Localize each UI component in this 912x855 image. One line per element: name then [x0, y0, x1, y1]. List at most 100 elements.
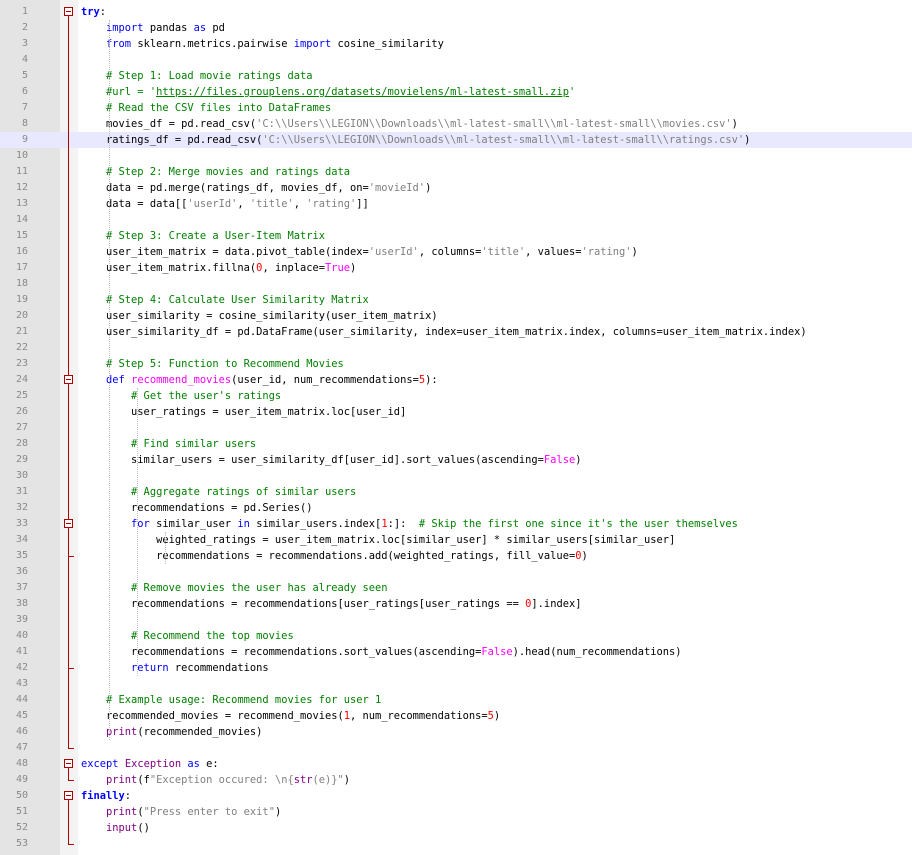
code-line[interactable]: 22 — [0, 340, 912, 356]
code-line[interactable]: 24 def recommend_movies(user_id, num_rec… — [0, 372, 912, 388]
code-text[interactable]: recommended_movies = recommend_movies(1,… — [81, 708, 500, 724]
fold-toggle-icon[interactable] — [64, 519, 73, 528]
code-text[interactable]: user_ratings = user_item_matrix.loc[user… — [81, 404, 406, 420]
code-token: #url = ' — [106, 86, 157, 98]
code-line[interactable]: 13 data = data[['userId', 'title', 'rati… — [0, 196, 912, 212]
code-text[interactable]: # Remove movies the user has already see… — [81, 580, 387, 596]
code-token: "Press enter to exit" — [143, 806, 275, 818]
code-text[interactable]: # Read the CSV files into DataFrames — [81, 100, 331, 116]
code-text[interactable]: # Find similar users — [81, 436, 256, 452]
code-line[interactable]: 1 try: — [0, 4, 912, 20]
code-line[interactable]: 45 recommended_movies = recommend_movies… — [0, 708, 912, 724]
code-text[interactable]: #url = 'https://files.grouplens.org/data… — [81, 84, 575, 100]
code-token: ) — [493, 710, 501, 722]
code-text[interactable]: input() — [81, 820, 150, 836]
code-text[interactable]: recommendations = recommendations.sort_v… — [81, 644, 682, 660]
code-token: Exception — [124, 758, 182, 770]
code-line[interactable]: 10 — [0, 148, 912, 164]
code-text[interactable]: import pandas as pd — [81, 20, 225, 36]
code-text[interactable]: print(f"Exception occured: \n{str(e)}") — [81, 772, 350, 788]
code-line[interactable]: 52 input() — [0, 820, 912, 836]
code-line[interactable]: 2 import pandas as pd — [0, 20, 912, 36]
code-text[interactable]: recommendations = recommendations[user_r… — [81, 596, 581, 612]
code-line[interactable]: 4 — [0, 52, 912, 68]
code-text[interactable]: user_similarity_df = pd.DataFrame(user_s… — [81, 324, 807, 340]
code-line[interactable]: 14 — [0, 212, 912, 228]
code-line[interactable]: 43 — [0, 676, 912, 692]
code-token: str — [293, 774, 313, 786]
code-line[interactable]: 44 # Example usage: Recommend movies for… — [0, 692, 912, 708]
code-text[interactable]: data = pd.merge(ratings_df, movies_df, o… — [81, 180, 431, 196]
code-token: user_ratings = user_item_matrix.loc[user… — [81, 406, 407, 418]
fold-toggle-icon[interactable] — [64, 7, 73, 16]
code-text[interactable]: similar_users = user_similarity_df[user_… — [81, 452, 581, 468]
code-text[interactable]: # Step 1: Load movie ratings data — [81, 68, 312, 84]
code-line[interactable]: 21 user_similarity_df = pd.DataFrame(use… — [0, 324, 912, 340]
code-text[interactable]: # Step 5: Function to Recommend Movies — [81, 356, 344, 372]
code-line[interactable]: 11 # Step 2: Merge movies and ratings da… — [0, 164, 912, 180]
code-token: ) — [744, 134, 751, 146]
line-number: 3 — [21, 38, 28, 49]
line-number: 42 — [15, 662, 28, 673]
code-text[interactable]: # Get the user's ratings — [81, 388, 281, 404]
code-text[interactable]: def recommend_movies(user_id, num_recomm… — [81, 372, 438, 388]
code-text[interactable]: user_item_matrix.fillna(0, inplace=True) — [81, 260, 356, 276]
line-number: 18 — [15, 278, 28, 289]
code-text[interactable]: from sklearn.metrics.pairwise import cos… — [81, 36, 444, 52]
code-editor[interactable]: 1 try: 2 import pandas as pd 3 from sklearn… — [0, 0, 912, 855]
code-line[interactable]: 20 user_similarity = cosine_similarity(u… — [0, 308, 912, 324]
code-text[interactable]: data = data[['userId', 'title', 'rating'… — [81, 196, 369, 212]
code-line[interactable]: 49 print(f"Exception occured: \n{str(e)}… — [0, 772, 912, 788]
code-text[interactable]: finally: — [81, 788, 131, 804]
code-text[interactable]: movies_df = pd.read_csv('C:\\Users\\LEGI… — [81, 116, 738, 132]
code-line[interactable]: 18 — [0, 276, 912, 292]
code-token: recommendations = recommendations.add(we… — [81, 550, 576, 562]
code-line[interactable]: 9 ratings_df = pd.read_csv('C:\\Users\\L… — [0, 132, 912, 148]
code-line[interactable]: 50 finally: — [0, 788, 912, 804]
code-text[interactable]: # Step 4: Calculate User Similarity Matr… — [81, 292, 369, 308]
code-token: https://files.grouplens.org/datasets/mov… — [156, 86, 569, 98]
code-text[interactable]: # Step 3: Create a User-Item Matrix — [81, 228, 325, 244]
code-text[interactable]: recommendations = recommendations.add(we… — [81, 548, 588, 564]
fold-toggle-icon[interactable] — [64, 375, 73, 384]
code-line[interactable]: 3 from sklearn.metrics.pairwise import c… — [0, 36, 912, 52]
code-line[interactable]: 19 # Step 4: Calculate User Similarity M… — [0, 292, 912, 308]
fold-range-line — [68, 800, 69, 844]
code-line[interactable]: 46 print(recommended_movies) — [0, 724, 912, 740]
code-line[interactable]: 51 print("Press enter to exit") — [0, 804, 912, 820]
code-line[interactable]: 5 # Step 1: Load movie ratings data — [0, 68, 912, 84]
code-line[interactable]: 48 except Exception as e: — [0, 756, 912, 772]
code-line[interactable]: 16 user_item_matrix = data.pivot_table(i… — [0, 244, 912, 260]
code-token: , values= — [525, 246, 582, 258]
indent-guide — [165, 532, 166, 564]
code-text[interactable]: print("Press enter to exit") — [81, 804, 281, 820]
code-line[interactable]: 6 #url = 'https://files.grouplens.org/da… — [0, 84, 912, 100]
code-text[interactable]: except Exception as e: — [81, 756, 219, 772]
code-line[interactable]: 47 — [0, 740, 912, 756]
code-text[interactable]: ratings_df = pd.read_csv('C:\\Users\\LEG… — [81, 132, 750, 148]
code-text[interactable]: # Step 2: Merge movies and ratings data — [81, 164, 350, 180]
code-text[interactable]: try: — [81, 4, 106, 20]
code-text[interactable]: # Aggregate ratings of similar users — [81, 484, 356, 500]
code-token: # Step 5: Function to Recommend Movies — [106, 358, 344, 370]
code-text[interactable]: # Recommend the top movies — [81, 628, 294, 644]
fold-toggle-icon[interactable] — [64, 791, 73, 800]
line-number: 20 — [15, 310, 28, 321]
code-text[interactable]: for similar_user in similar_users.index[… — [81, 516, 738, 532]
code-token: 'rating' — [581, 246, 632, 258]
code-text[interactable]: recommendations = pd.Series() — [81, 500, 312, 516]
code-text[interactable]: user_item_matrix = data.pivot_table(inde… — [81, 244, 638, 260]
code-text[interactable]: # Example usage: Recommend movies for us… — [81, 692, 381, 708]
code-line[interactable]: 7 # Read the CSV files into DataFrames — [0, 100, 912, 116]
code-line[interactable]: 15 # Step 3: Create a User-Item Matrix — [0, 228, 912, 244]
code-line[interactable]: 12 data = pd.merge(ratings_df, movies_df… — [0, 180, 912, 196]
code-line[interactable]: 53 — [0, 836, 912, 852]
code-text[interactable]: weighted_ratings = user_item_matrix.loc[… — [81, 532, 675, 548]
code-text[interactable]: user_similarity = cosine_similarity(user… — [81, 308, 438, 324]
code-line[interactable]: 23 # Step 5: Function to Recommend Movie… — [0, 356, 912, 372]
code-line[interactable]: 8 movies_df = pd.read_csv('C:\\Users\\LE… — [0, 116, 912, 132]
code-token: print — [106, 806, 138, 818]
fold-end-marker — [68, 844, 74, 845]
code-line[interactable]: 17 user_item_matrix.fillna(0, inplace=Tr… — [0, 260, 912, 276]
fold-toggle-icon[interactable] — [64, 759, 73, 768]
